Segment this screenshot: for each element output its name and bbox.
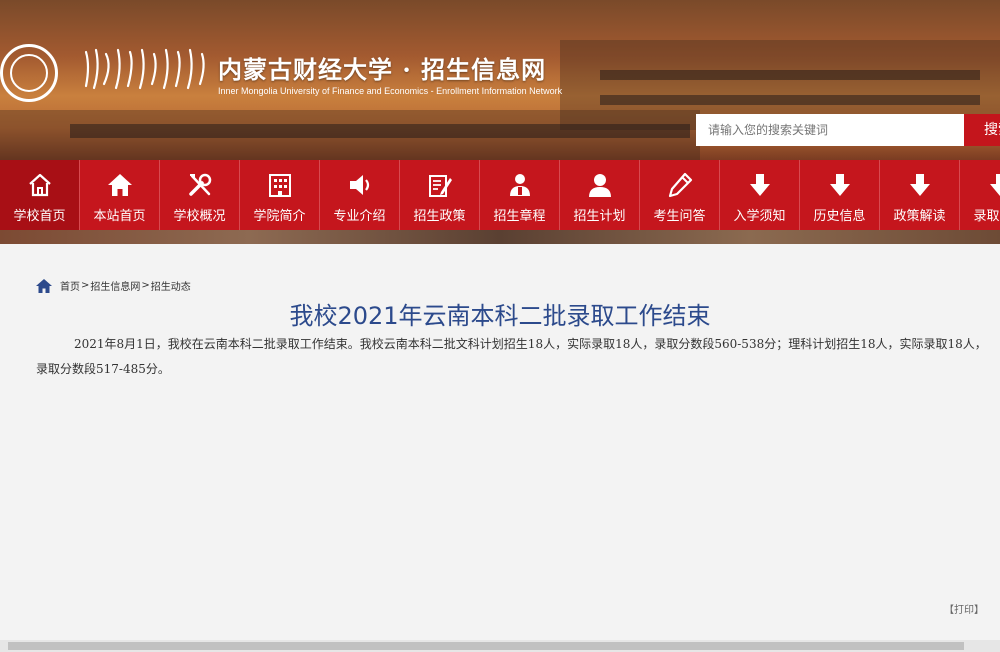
print-link[interactable]: 【打印】 [944, 601, 984, 616]
banner-window-row [600, 70, 980, 80]
nav-item[interactable]: 招生章程 [480, 160, 560, 230]
nav-item[interactable]: 入学须知 [720, 160, 800, 230]
nav-item[interactable]: 学院简介 [240, 160, 320, 230]
breadcrumb-separator: > [141, 280, 150, 291]
download-arrow-icon [830, 174, 850, 196]
nav-item-label: 学校首页 [13, 209, 66, 224]
breadcrumb-category-link[interactable]: 招生动态 [151, 278, 191, 293]
user-icon [589, 174, 611, 197]
site-logo-subtitle: Inner Mongolia University of Finance and… [218, 86, 563, 96]
home-icon[interactable] [36, 278, 52, 293]
breadcrumb-site-link[interactable]: 招生信息网 [90, 278, 140, 293]
nav-item[interactable]: 学校概况 [160, 160, 240, 230]
scrollbar-thumb[interactable] [8, 642, 964, 650]
site-logo-title[interactable]: 内蒙古财经大学 · 招生信息网 [218, 50, 546, 85]
nav-item[interactable]: 考生问答 [640, 160, 720, 230]
breadcrumb-separator: > [81, 280, 90, 291]
download-arrow-icon [990, 174, 1000, 196]
search-input[interactable] [696, 114, 964, 146]
nav-item[interactable]: 历史信息 [800, 160, 880, 230]
nav-item-label: 入学须知 [733, 209, 786, 224]
building-icon [269, 174, 291, 197]
home-outline-icon [29, 173, 51, 197]
speaker-icon [350, 175, 370, 195]
nav-item[interactable]: 学校首页 [0, 160, 80, 230]
nav-item-label: 招生政策 [413, 209, 466, 224]
breadcrumb: 首页 > 招生信息网 > 招生动态 [36, 278, 191, 293]
tools-icon [189, 173, 212, 196]
horizontal-scrollbar[interactable] [0, 640, 1000, 652]
nav-item-label: 学院简介 [253, 209, 306, 224]
breadcrumb-home-link[interactable]: 首页 [60, 278, 80, 293]
nav-item[interactable]: 录取查询 [960, 160, 1000, 230]
nav-item[interactable]: 招生政策 [400, 160, 480, 230]
nav-item-label: 学校概况 [173, 209, 226, 224]
main-nav: 学校首页 本站首页 学校概况 学院简介 专业介绍 招生政策 招生章程 招生计划 考生问答 入学须知… [0, 160, 1000, 230]
download-arrow-icon [910, 174, 930, 196]
download-arrow-icon [750, 174, 770, 196]
nav-item-label: 招生计划 [573, 209, 626, 224]
nav-item-label: 政策解读 [893, 209, 946, 224]
nav-item[interactable]: 本站首页 [80, 160, 160, 230]
pen-icon [668, 172, 693, 198]
nav-item[interactable]: 招生计划 [560, 160, 640, 230]
nav-item-label: 专业介绍 [333, 209, 386, 224]
banner-window-row [600, 95, 980, 105]
university-seal-icon[interactable] [0, 44, 58, 102]
article-body: 2021年8月1日，我校在云南本科二批录取工作结束。我校云南本科二批文科计划招生… [36, 337, 987, 376]
search-button[interactable]: 搜索 [964, 114, 1000, 146]
banner-bottom-strip [0, 230, 1000, 244]
nav-item-label: 招生章程 [493, 209, 546, 224]
nav-item-label: 历史信息 [813, 209, 866, 224]
banner-window-row [70, 124, 690, 138]
mongolian-script-logo [84, 48, 205, 90]
nav-item-label: 录取查询 [973, 209, 1000, 224]
nav-item-label: 本站首页 [93, 209, 146, 224]
header-banner: 内蒙古财经大学 · 招生信息网 Inner Mongolia Universit… [0, 0, 1000, 160]
nav-item-label: 考生问答 [653, 209, 706, 224]
nav-item[interactable]: 专业介绍 [320, 160, 400, 230]
home-icon [108, 174, 132, 196]
users-icon [510, 174, 530, 196]
nav-item[interactable]: 政策解读 [880, 160, 960, 230]
article-title: 我校2021年云南本科二批录取工作结束 [289, 302, 711, 330]
edit-icon [429, 175, 452, 197]
